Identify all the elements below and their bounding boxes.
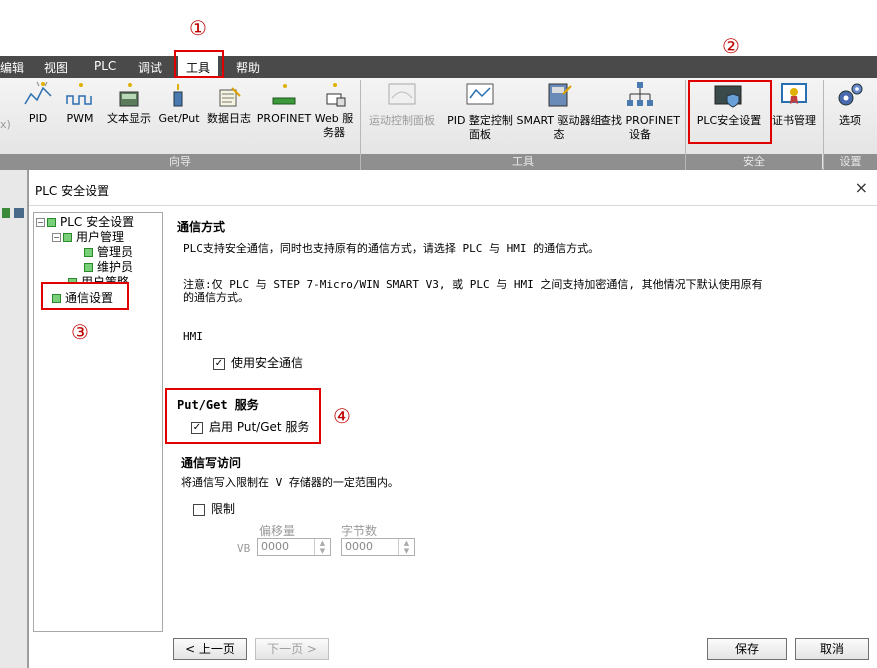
wizard-group-label: 向导 [0,154,360,170]
tree-node-icon [84,248,93,257]
offset-label: 偏移量 [259,524,296,538]
gears-icon [838,83,863,106]
bytes-spinbox[interactable]: 0000 ▲ ▼ [341,538,415,556]
spin-arrows-icon[interactable]: ▲ ▼ [398,539,414,555]
highlight-putget [165,388,321,444]
next-page-button[interactable]: 下一页 > [255,638,329,660]
pid-tuning-panel-button[interactable]: PID 整定控制面板 [444,80,516,142]
motion-control-panel-button[interactable]: 运动控制面板 [364,80,440,128]
settings-group-label: 设置 [824,154,877,170]
smart-drive-config-button[interactable]: SMART 驱动器组态 [516,80,602,142]
tree-node-icon [84,263,93,272]
plc-security-dialog: PLC 安全设置 × − PLC 安全设置 − 用户管理 管理员 维护员 用户策略 … [28,170,877,668]
certificate-icon [781,83,807,104]
certificate-management-button[interactable]: 证书管理 [768,80,820,128]
marker-4: ④ [333,404,351,428]
settings-tree: − PLC 安全设置 − 用户管理 管理员 维护员 用户策略 通信设置 [33,212,163,632]
datalog-icon [219,87,241,107]
highlight-plc-security [688,80,772,144]
save-button[interactable]: 保存 [707,638,787,660]
profinet-wizard-button[interactable]: PROFINET [256,80,312,126]
tools-group-label: 工具 [361,154,685,170]
network-tree-icon [627,82,653,106]
spin-arrows-icon[interactable]: ▲ ▼ [314,539,330,555]
menu-debug[interactable]: 调试 [138,59,162,76]
write-access-description: 将通信写入限制在 V 存储器的一定范围内。 [181,476,399,489]
bytes-label: 字节数 [341,524,378,538]
menu-help[interactable]: 帮助 [236,59,260,76]
security-group-label: 安全 [686,154,822,170]
web-server-wizard-button[interactable]: Web 服务器 [314,80,354,140]
marker-3: ③ [71,320,89,344]
highlight-comm-settings [41,282,129,310]
project-tree-icon [2,208,24,218]
cancel-button[interactable]: 取消 [795,638,869,660]
prev-page-button[interactable]: < 上一页 [173,638,247,660]
profinet-icon [272,84,296,105]
limit-checkbox[interactable] [193,503,205,516]
collapse-icon[interactable]: − [36,218,45,227]
left-project-strip [0,170,28,668]
vb-label: VB [237,542,251,555]
hmi-label: HMI [183,330,203,343]
text-display-wizard-button[interactable]: 文本显示 [102,80,156,126]
wizard-cut-label: x) [0,118,11,131]
pid-wizard-button[interactable]: PID [22,80,54,126]
note-line-1: 注意:仅 PLC 与 STEP 7-Micro/WIN SMART V3, 或 … [183,278,763,291]
motion-panel-icon [388,83,416,105]
tree-node-icon [47,218,56,227]
limit-option[interactable]: 限制 [193,500,235,517]
collapse-icon[interactable]: − [52,233,61,242]
find-profinet-device-button[interactable]: 查找 PROFINET 设备 [600,80,680,142]
dialog-titlebar: PLC 安全设置 × [29,170,877,206]
text-display-icon [119,83,139,107]
pid-wizard-icon [24,81,52,105]
secure-comm-option[interactable]: ✓ 使用安全通信 [213,354,303,371]
web-server-icon [326,83,346,107]
highlight-tools-menu [174,50,224,78]
pwm-wizard-icon [66,83,92,105]
menu-plc[interactable]: PLC [94,59,116,73]
pwm-wizard-button[interactable]: PWM [62,80,98,126]
menu-view[interactable]: 视图 [44,59,68,76]
dialog-title: PLC 安全设置 [35,184,110,198]
pid-panel-icon [466,83,494,105]
smart-drive-icon [548,83,572,107]
getput-icon [173,84,183,107]
datalog-wizard-button[interactable]: 数据日志 [204,80,254,126]
section-comm-mode-title: 通信方式 [177,220,226,234]
menu-bar: 编辑 视图 PLC 调试 工具 帮助 [0,56,877,78]
close-icon[interactable]: × [855,178,868,197]
marker-2: ② [722,34,740,58]
write-access-title: 通信写访问 [181,456,242,470]
tree-node-icon [63,233,72,242]
note-line-2: 的通信方式。 [183,291,249,304]
secure-comm-checkbox[interactable]: ✓ [213,357,225,370]
options-button[interactable]: 选项 [826,80,874,128]
getput-wizard-button[interactable]: Get/Put [156,80,202,126]
marker-1: ① [189,16,207,40]
offset-spinbox[interactable]: 0000 ▲ ▼ [257,538,331,556]
menu-edit[interactable]: 编辑 [0,59,24,76]
comm-mode-description: PLC支持安全通信，同时也支持原有的通信方式，请选择 PLC 与 HMI 的通信… [183,242,600,255]
